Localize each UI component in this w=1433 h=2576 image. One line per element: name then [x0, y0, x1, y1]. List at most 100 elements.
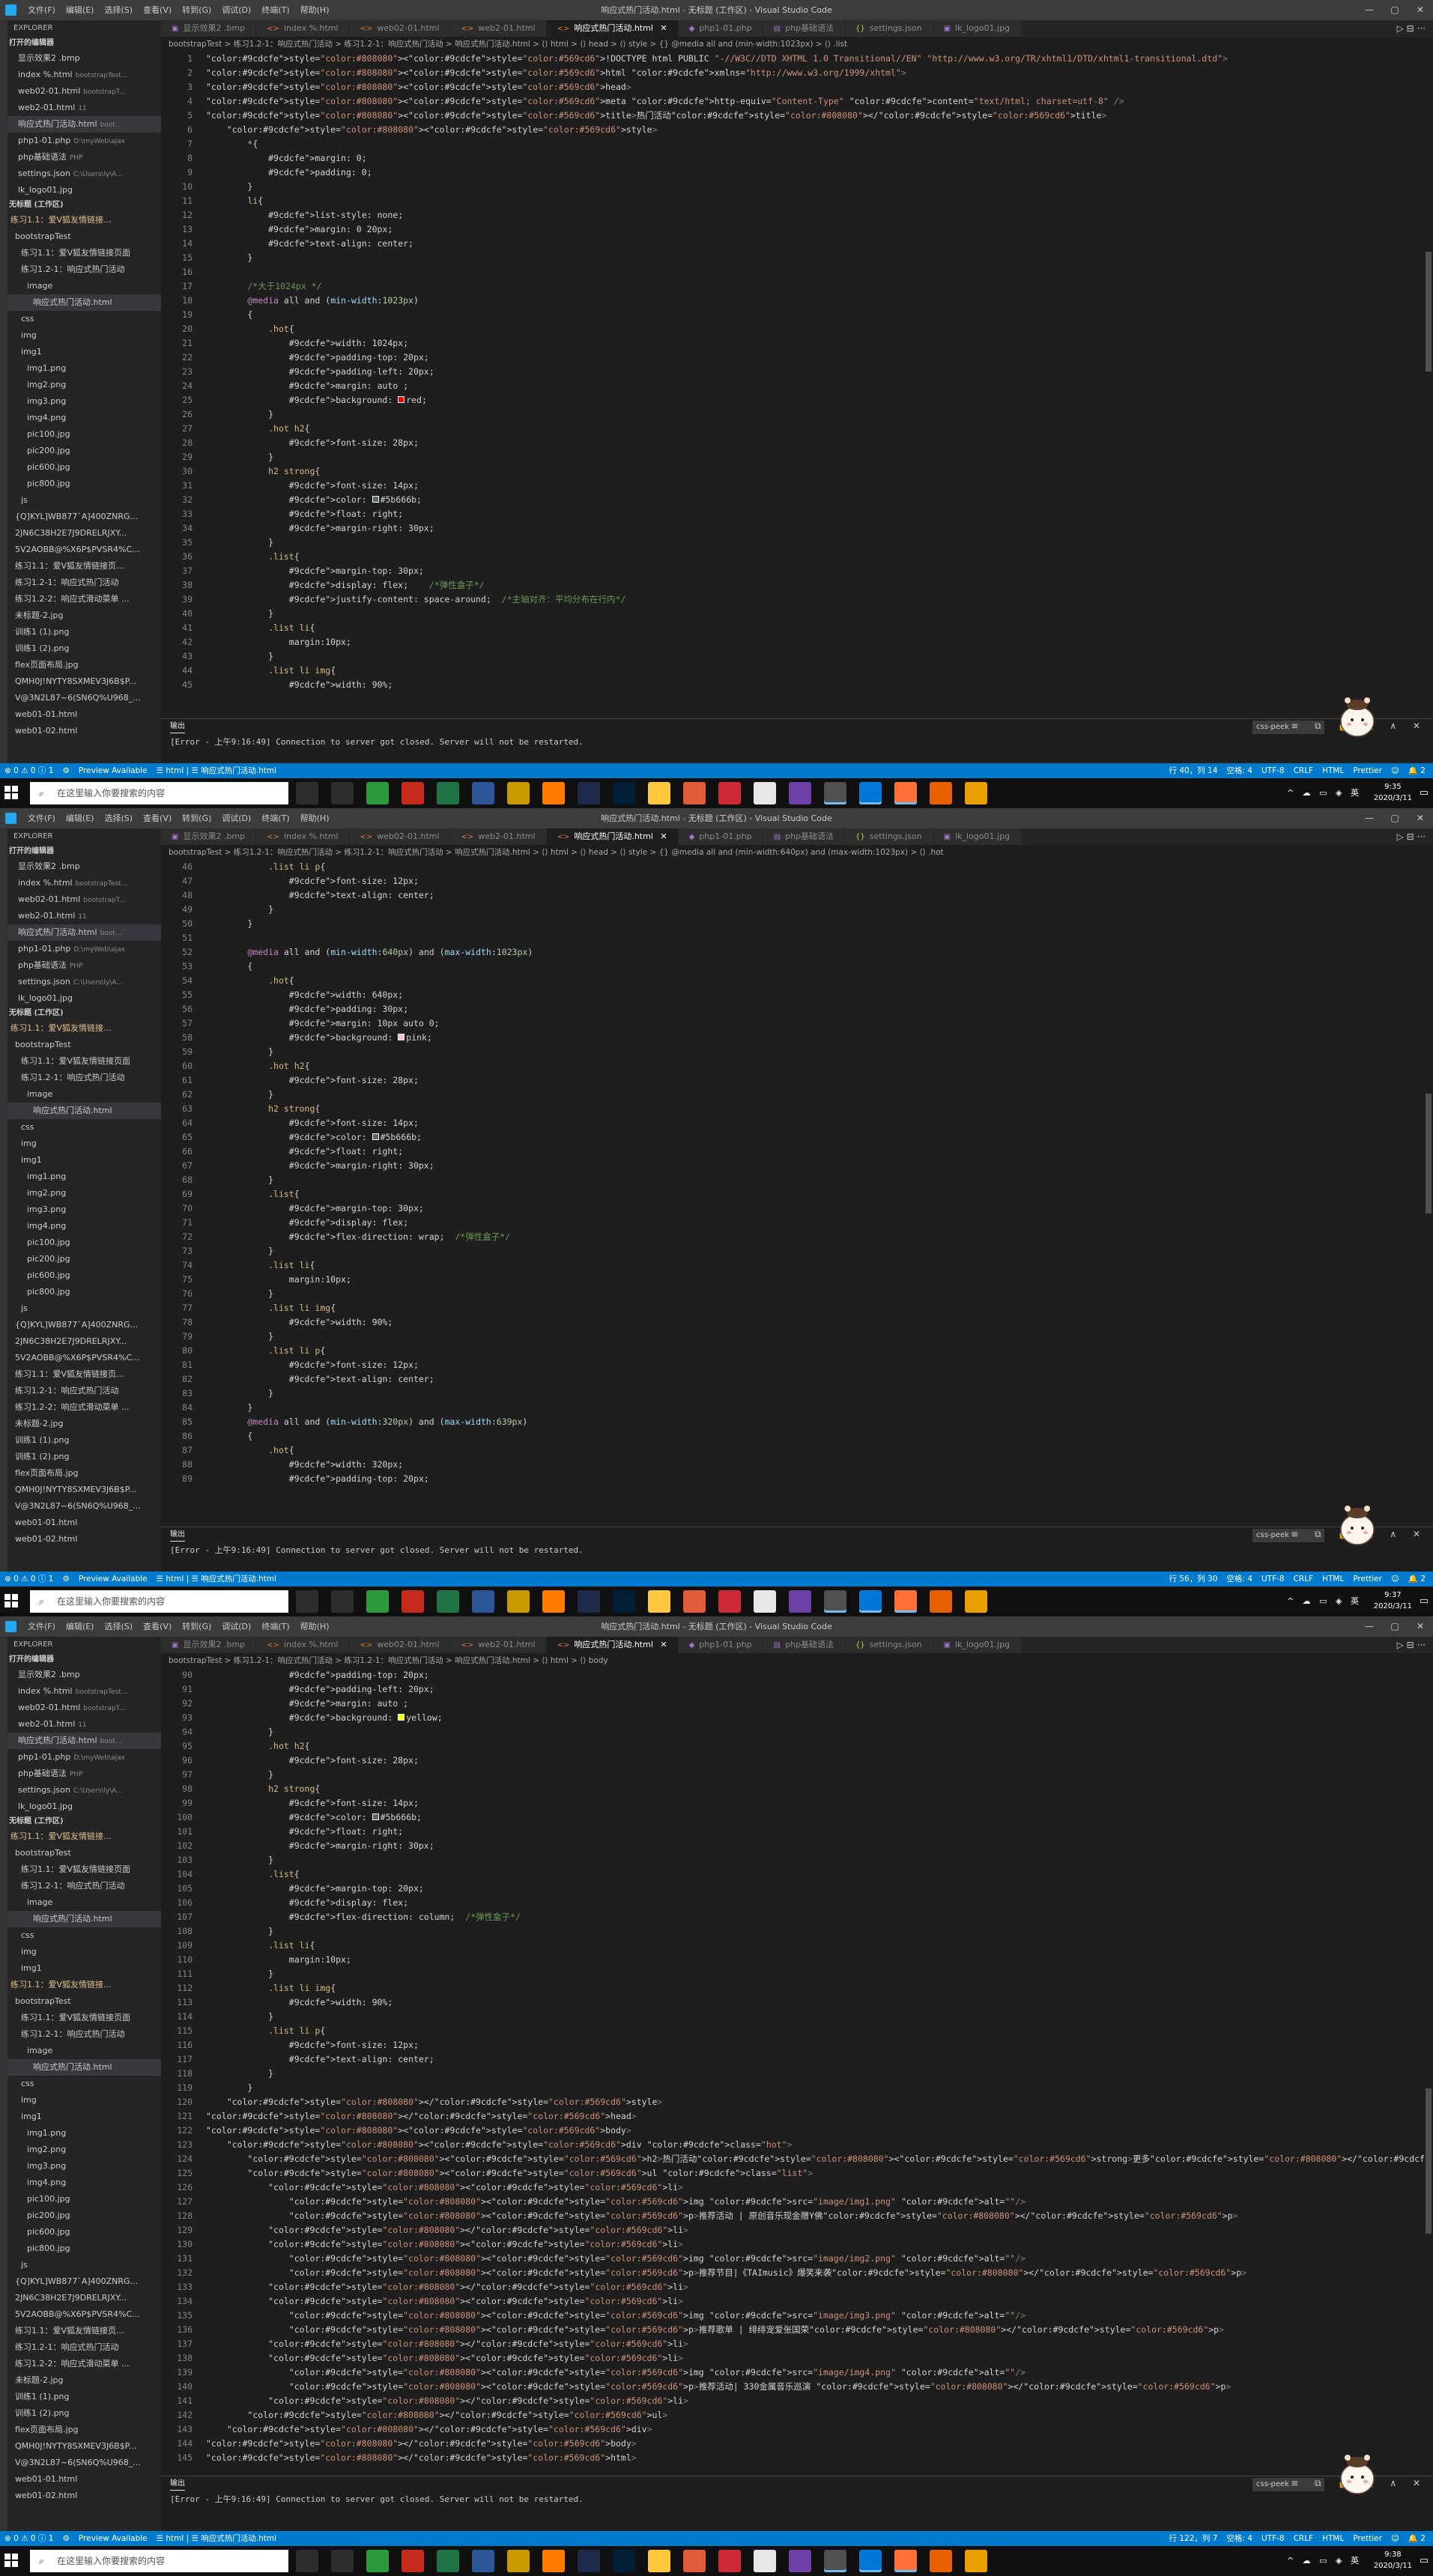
file-tree-item[interactable]: web01-01.html: [7, 2471, 161, 2488]
file-tree-item[interactable]: img3.png: [7, 2158, 161, 2175]
taskbar-app-icon[interactable]: [402, 2550, 424, 2572]
status-item[interactable]: 🔔 2: [1404, 1572, 1430, 1586]
file-tree-item[interactable]: 响应式热门活动.html: [7, 1911, 161, 1927]
open-editor-item[interactable]: settings.json C:\Users\ly\A...: [7, 166, 161, 182]
taskbar-app-icon[interactable]: [754, 1590, 776, 1613]
file-tree-item[interactable]: img4.png: [7, 1218, 161, 1234]
file-tree-item[interactable]: 练习1.1：爱V狐友情链接...: [7, 1828, 161, 1845]
file-tree-item[interactable]: img1: [7, 1960, 161, 1977]
file-tree-item[interactable]: pic100.jpg: [7, 2191, 161, 2207]
file-tree-item[interactable]: 练习1.2-2：响应式滑动菜单 ...: [7, 1399, 161, 1416]
taskbar-clock[interactable]: 9:38 2020/3/11: [1374, 2549, 1412, 2572]
open-editor-item[interactable]: web2-01.html 11: [7, 1716, 161, 1733]
taskbar-app-icon[interactable]: [366, 782, 389, 804]
tab-5[interactable]: ◆ php1-01.php: [678, 1637, 763, 1653]
status-item[interactable]: Prettier: [1348, 2531, 1387, 2546]
taskbar-app-icon[interactable]: [296, 782, 318, 804]
open-editors-section[interactable]: 打开的编辑器: [7, 37, 161, 50]
tab-0[interactable]: ▣ 显示效果2 .bmp: [161, 20, 257, 37]
status-item[interactable]: 🔔 2: [1404, 2531, 1430, 2546]
file-tree-item[interactable]: 训练1 (2).png: [7, 640, 161, 657]
breadcrumb[interactable]: bootstrapTest > 练习1.2-1：响应式热门活动 > 练习1.2-…: [161, 37, 1433, 52]
file-tree-item[interactable]: img2.png: [7, 2142, 161, 2158]
taskbar-app-icon[interactable]: [507, 782, 530, 804]
close-button[interactable]: ✕: [1408, 808, 1433, 828]
open-editor-item[interactable]: settings.json C:\Users\ly\A...: [7, 1782, 161, 1798]
taskbar-app-icon[interactable]: [613, 1590, 635, 1613]
tab-3[interactable]: <> web2-01.html: [450, 828, 547, 845]
status-item[interactable]: UTF-8: [1257, 763, 1289, 778]
status-item[interactable]: Preview Available: [74, 1572, 152, 1586]
open-editor-item[interactable]: web2-01.html 11: [7, 100, 161, 116]
file-tree-item[interactable]: image: [7, 1894, 161, 1911]
status-item[interactable]: 空格: 4: [1222, 2531, 1257, 2546]
file-tree-item[interactable]: img1: [7, 344, 161, 360]
status-item[interactable]: Preview Available: [74, 763, 152, 778]
taskbar-clock[interactable]: 9:37 2020/3/11: [1374, 1589, 1412, 1612]
file-tree-item[interactable]: 练习1.2-1：响应式热门活动: [7, 1070, 161, 1086]
taskbar-app-icon[interactable]: [578, 782, 600, 804]
taskbar-app-icon[interactable]: [507, 2550, 530, 2572]
file-tree-item[interactable]: 练习1.1：爱V狐友情链接...: [7, 212, 161, 228]
file-tree-item[interactable]: 未标题-2.jpg: [7, 607, 161, 624]
taskbar-app-icon[interactable]: [472, 2550, 494, 2572]
taskbar-app-icon[interactable]: [894, 2550, 917, 2572]
file-tree-item[interactable]: bootstrapTest: [7, 1993, 161, 2010]
breadcrumb[interactable]: bootstrapTest > 练习1.2-1：响应式热门活动 > 练习1.2-…: [161, 845, 1433, 860]
file-tree-item[interactable]: pic200.jpg: [7, 2207, 161, 2224]
status-item[interactable]: CRLF: [1289, 2531, 1318, 2546]
file-tree-item[interactable]: 练习1.1：爱V狐友情链接页面: [7, 245, 161, 261]
file-tree-item[interactable]: 5V2AOBB@%X6P$PVSR4%C...: [7, 2306, 161, 2323]
file-tree-item[interactable]: img4.png: [7, 2175, 161, 2191]
file-tree-item[interactable]: css: [7, 1927, 161, 1944]
tab-5[interactable]: ◆ php1-01.php: [678, 828, 763, 845]
status-item[interactable]: CRLF: [1289, 1572, 1318, 1586]
file-tree-item[interactable]: bootstrapTest: [7, 1845, 161, 1861]
file-tree-item[interactable]: 未标题-2.jpg: [7, 2372, 161, 2389]
taskbar-app-icon[interactable]: [331, 2550, 354, 2572]
taskbar-app-icon[interactable]: [437, 1590, 459, 1613]
taskbar-app-icon[interactable]: [683, 1590, 706, 1613]
file-tree-item[interactable]: web01-01.html: [7, 706, 161, 723]
status-item[interactable]: Prettier: [1348, 763, 1387, 778]
taskbar-app-icon[interactable]: [472, 782, 494, 804]
breadcrumb[interactable]: bootstrapTest > 练习1.2-1：响应式热门活动 > 练习1.2-…: [161, 1653, 1433, 1668]
file-tree-item[interactable]: img2.png: [7, 1185, 161, 1201]
taskbar-app-icon[interactable]: [824, 782, 846, 804]
status-item[interactable]: ⊗ 0 ⚠ 0 ⓘ 1: [0, 763, 58, 778]
file-tree-item[interactable]: 练习1.1：爱V狐友情链接页...: [7, 558, 161, 575]
file-tree-item[interactable]: js: [7, 492, 161, 509]
status-item[interactable]: UTF-8: [1257, 1572, 1289, 1586]
start-button[interactable]: [4, 786, 18, 799]
file-tree-item[interactable]: image: [7, 278, 161, 294]
tab-1[interactable]: <> index %.html: [256, 1637, 350, 1653]
file-tree-item[interactable]: 训练1 (1).png: [7, 1432, 161, 1449]
taskbar-app-icon[interactable]: [930, 1590, 952, 1613]
file-tree-item[interactable]: 练习1.2-1：响应式热门活动: [7, 1383, 161, 1399]
taskbar-app-icon[interactable]: [965, 2550, 987, 2572]
tab-2[interactable]: <> web02-01.html: [349, 828, 451, 845]
taskbar-app-icon[interactable]: [683, 782, 706, 804]
file-tree-item[interactable]: pic800.jpg: [7, 2240, 161, 2257]
minimize-button[interactable]: —: [1357, 808, 1382, 828]
taskbar-app-icon[interactable]: [507, 1590, 530, 1613]
taskbar-app-icon[interactable]: [718, 1590, 741, 1613]
file-tree-item[interactable]: {Q]KYL]WB877`A]400ZNRG...: [7, 509, 161, 525]
taskbar-app-icon[interactable]: [930, 782, 952, 804]
open-editor-item[interactable]: web02-01.html bootstrapT...: [7, 891, 161, 908]
status-item[interactable]: ☺: [1387, 1572, 1404, 1586]
taskbar-app-icon[interactable]: [578, 2550, 600, 2572]
workspace-section[interactable]: 无标题 (工作区): [7, 1815, 161, 1828]
code-editor[interactable]: 1 2 3 4 5 6 7 8 9 10 11 12 13 14 15 16 17 18 19 20 21 22 23 24 2…: [161, 52, 1433, 718]
file-tree-item[interactable]: 练习1.2-2：响应式滑动菜单 ...: [7, 2356, 161, 2372]
status-item[interactable]: 空格: 4: [1222, 1572, 1257, 1586]
taskbar-app-icon[interactable]: [578, 1590, 600, 1613]
file-tree-item[interactable]: css: [7, 2076, 161, 2092]
workspace-section[interactable]: 无标题 (工作区): [7, 1007, 161, 1020]
code-editor[interactable]: 90 91 92 93 94 95 96 97 98 99 100 101 102 103 104 105 10…: [161, 1668, 1433, 2476]
status-item[interactable]: ⚙: [58, 2531, 73, 2546]
notification-icon[interactable]: ▭: [1420, 1595, 1429, 1607]
open-editor-item[interactable]: lk_logo01.jpg: [7, 990, 161, 1007]
file-tree-item[interactable]: js: [7, 1300, 161, 1317]
open-editors-section[interactable]: 打开的编辑器: [7, 1653, 161, 1667]
